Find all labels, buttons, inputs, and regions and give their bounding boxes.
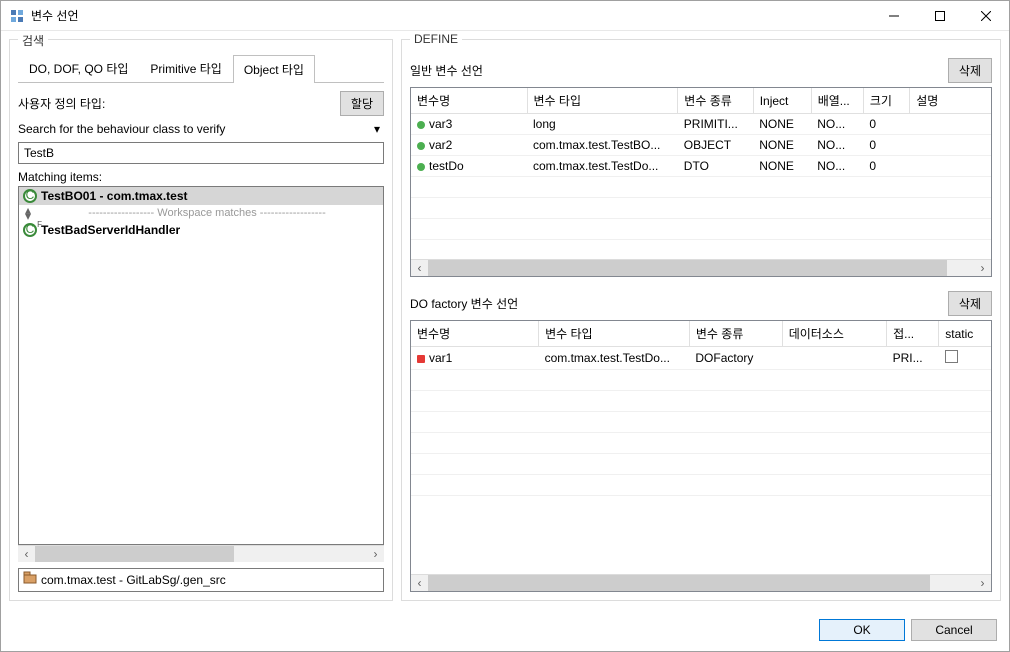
tabs: DO, DOF, QO 타입 Primitive 타입 Object 타입 [18, 54, 384, 83]
section2-table[interactable]: 변수명 변수 타입 변수 종류 데이터소스 접... static var1co… [410, 320, 992, 592]
list-item[interactable]: C TestBO01 - com.tmax.test [19, 187, 383, 205]
scroll-right-icon[interactable]: › [974, 575, 991, 592]
ok-button[interactable]: OK [819, 619, 905, 641]
table-row[interactable]: var3longPRIMITI...NONENO...0 [411, 114, 991, 135]
table-row-empty [411, 412, 991, 433]
section1-delete-button[interactable]: 삭제 [948, 58, 992, 83]
status-dot-icon [417, 142, 425, 150]
window-buttons [871, 1, 1009, 31]
col-kind[interactable]: 변수 종류 [689, 321, 782, 347]
package-label: com.tmax.test - GitLabSg/.gen_src [41, 573, 226, 587]
col-name[interactable]: 변수명 [411, 88, 527, 114]
class-icon: C [23, 189, 37, 203]
behaviour-label: Search for the behaviour class to verify [18, 122, 364, 136]
behaviour-combo: Search for the behaviour class to verify… [18, 122, 384, 136]
list-item[interactable]: C F TestBadServerIdHandler [19, 221, 383, 239]
tab-object[interactable]: Object 타입 [233, 55, 315, 83]
tab-do-dof-qo[interactable]: DO, DOF, QO 타입 [18, 54, 139, 82]
col-ds[interactable]: 데이터소스 [782, 321, 886, 347]
window-title: 변수 선언 [31, 7, 871, 24]
matching-list[interactable]: C TestBO01 - com.tmax.test ▴▾ Workspace … [18, 186, 384, 545]
table-row-empty [411, 475, 991, 496]
dialog-footer: OK Cancel [1, 609, 1009, 651]
list-hscroll[interactable]: ‹ › [18, 545, 384, 562]
col-type[interactable]: 변수 타입 [539, 321, 690, 347]
define-legend: DEFINE [410, 32, 462, 46]
table-row-empty [411, 177, 991, 198]
close-button[interactable] [963, 1, 1009, 31]
scroll-right-icon[interactable]: › [974, 260, 991, 277]
final-badge: F [37, 220, 42, 229]
matching-label: Matching items: [18, 170, 384, 184]
tab-primitive[interactable]: Primitive 타입 [139, 54, 232, 82]
col-acc[interactable]: 접... [887, 321, 939, 347]
class-icon: C F [23, 223, 37, 237]
col-name[interactable]: 변수명 [411, 321, 539, 347]
cancel-button[interactable]: Cancel [911, 619, 997, 641]
table-row-empty [411, 198, 991, 219]
table-row[interactable]: var1com.tmax.test.TestDo...DOFactoryPRI.… [411, 347, 991, 370]
app-icon [9, 8, 25, 24]
table-row-empty [411, 370, 991, 391]
assign-button[interactable]: 할당 [340, 91, 384, 116]
table-row-empty [411, 433, 991, 454]
package-icon [23, 571, 37, 588]
content-area: 검색 DO, DOF, QO 타입 Primitive 타입 Object 타입… [1, 31, 1009, 609]
svg-text:C: C [26, 189, 35, 202]
section1-hscroll[interactable]: ‹ › [411, 259, 991, 276]
user-type-label: 사용자 정의 타입: [18, 95, 334, 112]
scroll-right-icon[interactable]: › [367, 546, 384, 563]
section1-head: 일반 변수 선언 삭제 [410, 58, 992, 83]
scroll-left-icon[interactable]: ‹ [411, 575, 428, 592]
list-item-label: TestBadServerIdHandler [41, 223, 180, 237]
col-desc[interactable]: 설명 [910, 88, 991, 114]
status-dot-icon [417, 121, 425, 129]
search-group: 검색 DO, DOF, QO 타입 Primitive 타입 Object 타입… [9, 39, 393, 601]
user-type-row: 사용자 정의 타입: 할당 [18, 91, 384, 116]
col-kind[interactable]: 변수 종류 [678, 88, 753, 114]
list-item-label: TestBO01 - com.tmax.test [41, 189, 188, 203]
titlebar: 변수 선언 [1, 1, 1009, 31]
section2-title: DO factory 변수 선언 [410, 295, 948, 312]
status-dot-icon [417, 355, 425, 363]
dropdown-icon[interactable]: ▾ [370, 122, 384, 136]
workspace-separator: ▴▾ Workspace matches [19, 205, 383, 221]
define-group: DEFINE 일반 변수 선언 삭제 변수명 변수 타입 변수 종류 [401, 39, 1001, 601]
section2-hscroll[interactable]: ‹ › [411, 574, 991, 591]
col-inject[interactable]: Inject [753, 88, 811, 114]
static-checkbox[interactable] [945, 350, 958, 363]
col-array[interactable]: 배열... [811, 88, 863, 114]
table-row[interactable]: var2com.tmax.test.TestBO...OBJECTNONENO.… [411, 135, 991, 156]
search-input[interactable] [18, 142, 384, 164]
package-box: com.tmax.test - GitLabSg/.gen_src [18, 568, 384, 592]
col-type[interactable]: 변수 타입 [527, 88, 678, 114]
col-static[interactable]: static [939, 321, 991, 347]
dialog-window: 변수 선언 검색 DO, DOF, QO 타입 Primitive 타입 Obj… [0, 0, 1010, 652]
package-item: com.tmax.test - GitLabSg/.gen_src [19, 569, 383, 590]
table-row-empty [411, 454, 991, 475]
reorder-icon: ▴▾ [25, 207, 31, 219]
section1-table[interactable]: 변수명 변수 타입 변수 종류 Inject 배열... 크기 설명 var3l… [410, 87, 992, 277]
table-row[interactable]: testDocom.tmax.test.TestDo...DTONONENO..… [411, 156, 991, 177]
minimize-button[interactable] [871, 1, 917, 31]
section1-title: 일반 변수 선언 [410, 62, 948, 79]
svg-text:C: C [26, 223, 35, 236]
col-size[interactable]: 크기 [863, 88, 909, 114]
scroll-left-icon[interactable]: ‹ [411, 260, 428, 277]
table-row-empty [411, 240, 991, 260]
table-row-empty [411, 391, 991, 412]
section2-head: DO factory 변수 선언 삭제 [410, 291, 992, 316]
maximize-button[interactable] [917, 1, 963, 31]
scroll-left-icon[interactable]: ‹ [18, 546, 35, 563]
status-dot-icon [417, 163, 425, 171]
section2-delete-button[interactable]: 삭제 [948, 291, 992, 316]
table-row-empty [411, 219, 991, 240]
separator-label: Workspace matches [35, 207, 379, 219]
search-legend: 검색 [18, 32, 48, 49]
